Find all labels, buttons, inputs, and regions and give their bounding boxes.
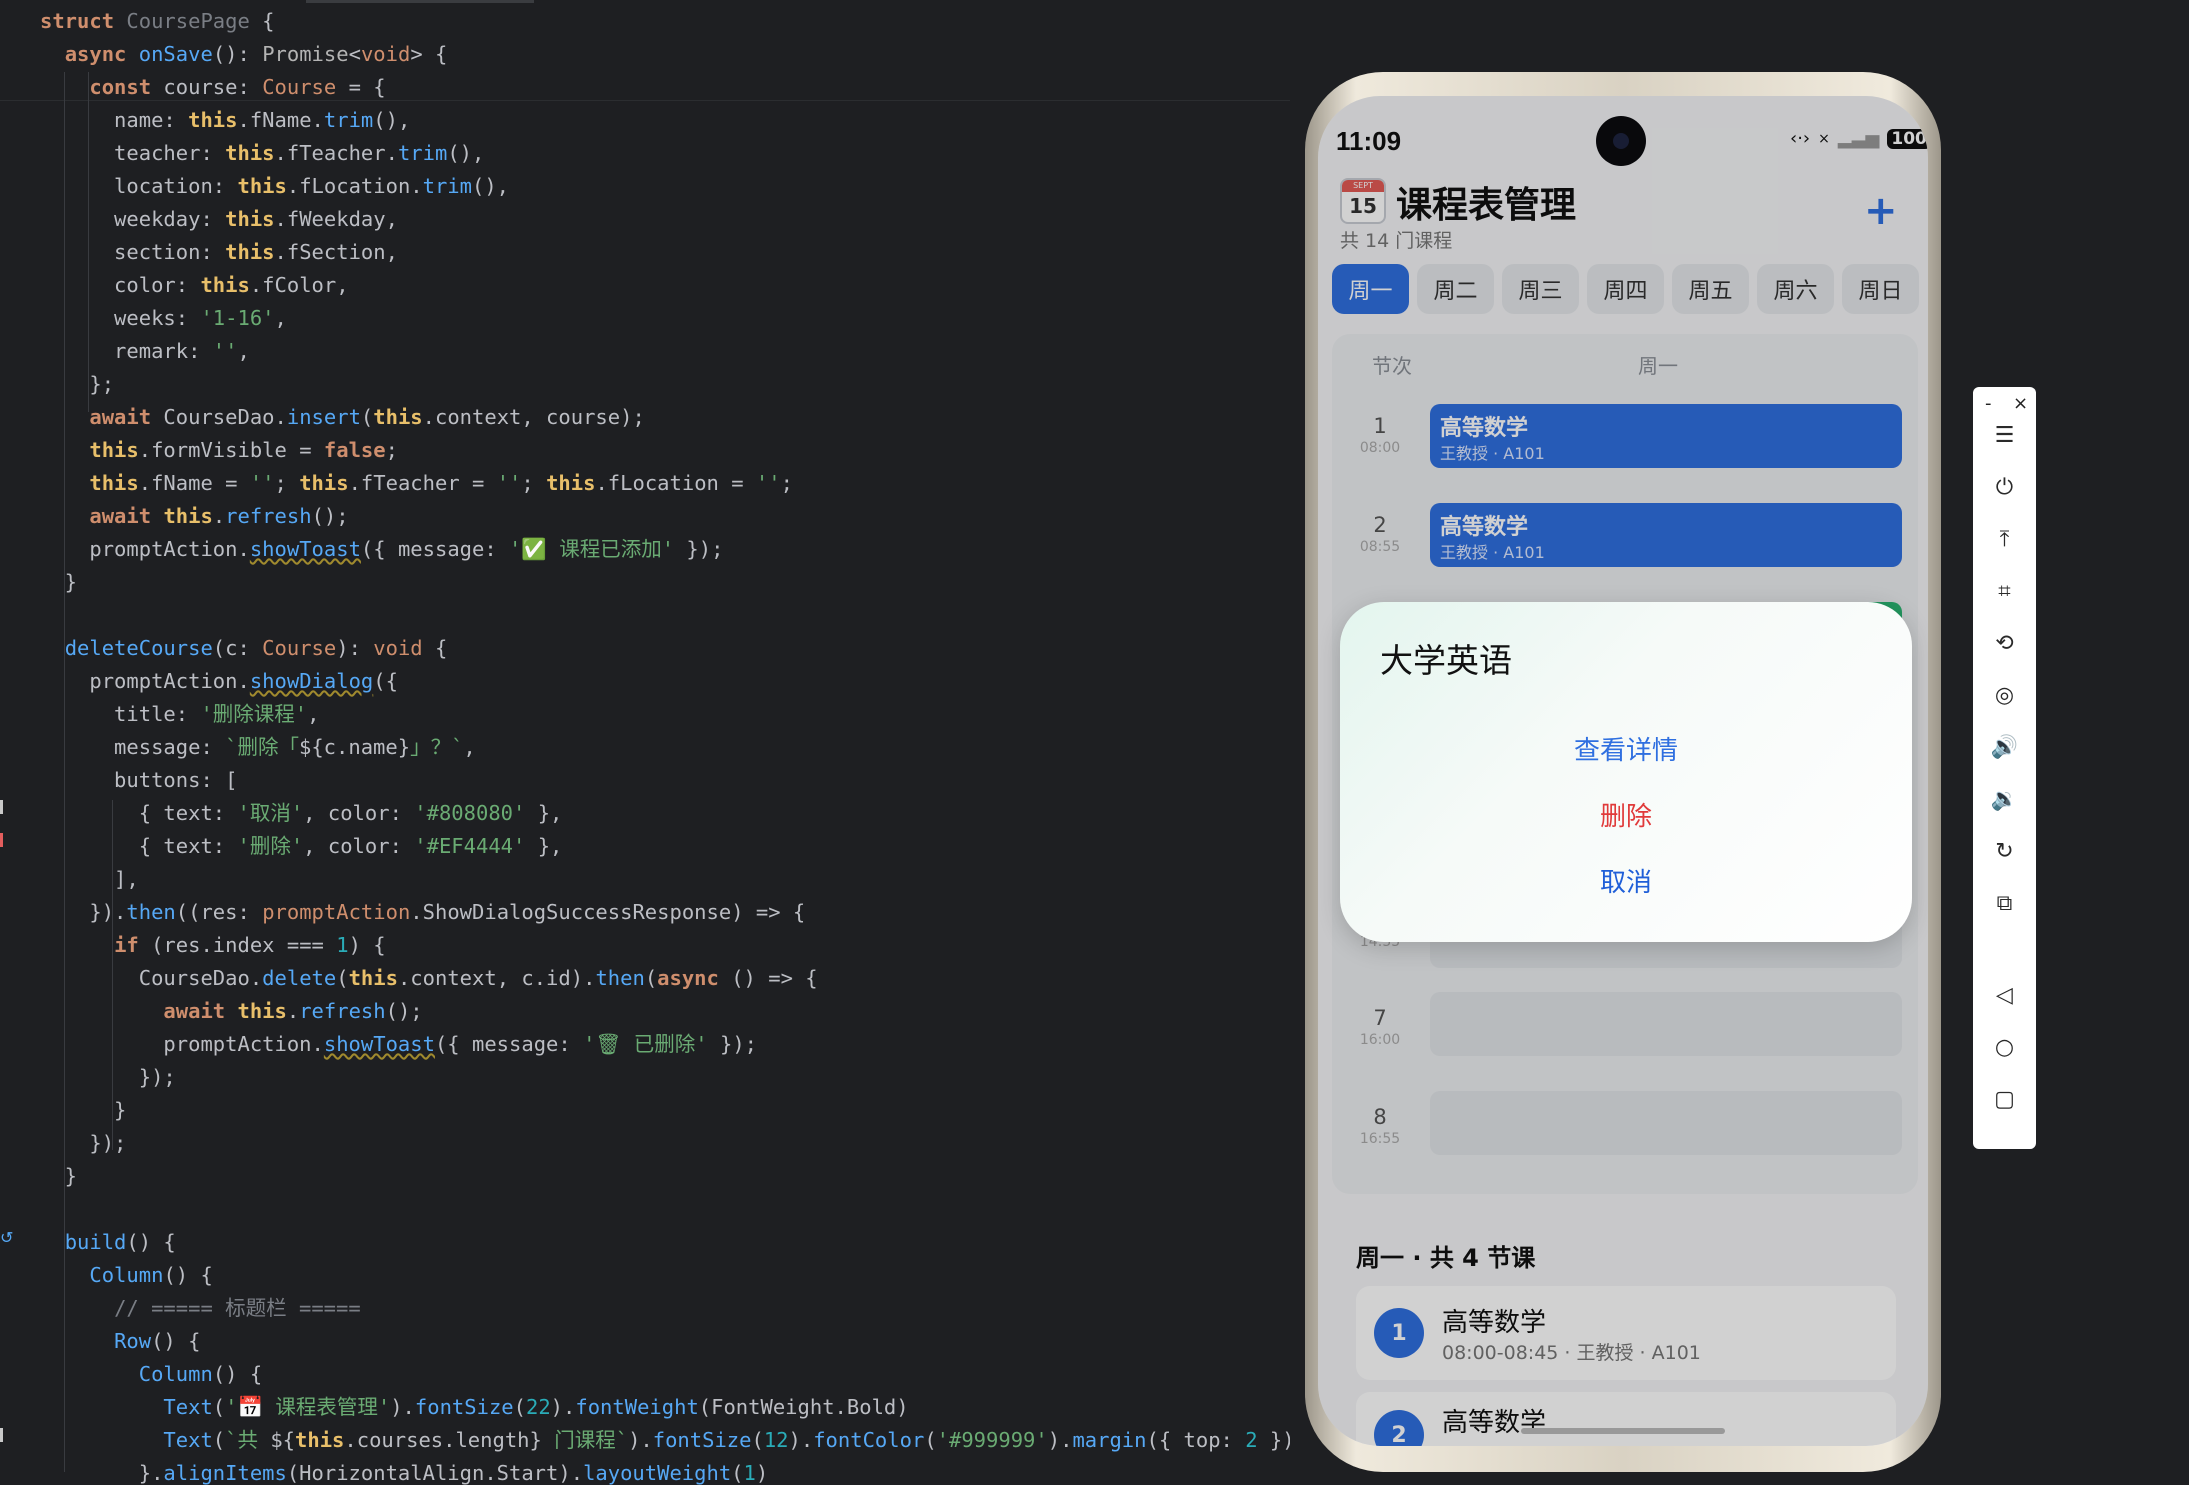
code-line[interactable]: promptAction.showDialog({ [40,665,1290,698]
code-line[interactable]: weekday: this.fWeekday, [40,203,1290,236]
code-editor[interactable]: ↺ struct CoursePage { async onSave(): Pr… [0,0,1290,1485]
code-line[interactable]: }; [40,368,1290,401]
code-line[interactable]: buttons: [ [40,764,1290,797]
code-line[interactable]: deleteCourse(c: Course): void { [40,632,1290,665]
volume-up-icon[interactable]: 🔊 [1973,735,2036,760]
gutter-override-icon[interactable]: ↺ [0,1228,13,1247]
code-line[interactable]: this.formVisible = false; [40,434,1290,467]
code-line[interactable]: } [40,1160,1290,1193]
home-indicator[interactable] [1521,1428,1725,1434]
code-line[interactable]: Column() { [40,1358,1290,1391]
home-icon[interactable]: ○ [1973,1035,2036,1060]
menu-icon[interactable]: ☰ [1973,423,2036,448]
code-line[interactable] [40,599,1290,632]
code-line[interactable]: ], [40,863,1290,896]
close-icon[interactable]: × [2013,393,2028,414]
minimize-icon[interactable]: - [1985,393,1992,414]
gutter-change-marker [0,800,3,814]
code-line[interactable]: if (res.index === 1) { [40,929,1290,962]
code-line[interactable]: color: this.fColor, [40,269,1290,302]
code-line[interactable]: const course: Course = { [40,71,1290,104]
rotate-icon[interactable]: ⟲ [1973,631,2036,656]
code-line[interactable]: build() { [40,1226,1290,1259]
code-line[interactable]: name: this.fName.trim(), [40,104,1290,137]
cancel-button[interactable]: 取消 [1340,862,1912,899]
recents-icon[interactable]: ▢ [1973,1087,2036,1112]
code-line[interactable]: } [40,1094,1290,1127]
code-line[interactable]: await this.refresh(); [40,995,1290,1028]
pin-top-icon[interactable]: ⤒ [1973,527,2036,552]
code-line[interactable]: CourseDao.delete(this.context, c.id).the… [40,962,1290,995]
code-line[interactable]: message: `删除「${c.name}」？`, [40,731,1290,764]
code-line[interactable]: promptAction.showToast({ message: '🗑 已删除… [40,1028,1290,1061]
code-line[interactable]: Column() { [40,1259,1290,1292]
code-line[interactable]: async onSave(): Promise<void> { [40,38,1290,71]
code-line[interactable] [40,1193,1290,1226]
emulator-toolbar: - × ☰ ⏻ ⤒ ⌗ ⟲ ◎ 🔊 🔉 ↻ ⧉ ◁ ○ ▢ [1973,387,2036,1149]
code-line[interactable]: }).then((res: promptAction.ShowDialogSuc… [40,896,1290,929]
multi-screen-icon[interactable]: ⧉ [1973,891,2036,916]
dialog-title: 大学英语 [1380,641,1512,680]
code-line[interactable]: Text(`共 ${this.courses.length} 门课程`).fon… [40,1424,1290,1457]
code-line[interactable]: this.fName = ''; this.fTeacher = ''; thi… [40,467,1290,500]
code-line[interactable]: Text('📅 课程表管理').fontSize(22).fontWeight(… [40,1391,1290,1424]
volume-down-icon[interactable]: 🔉 [1973,787,2036,812]
tab-scroll-indicator [306,0,534,3]
gutter-change-marker [0,1428,3,1442]
code-line[interactable]: remark: '', [40,335,1290,368]
action-dialog: 大学英语 查看详情 删除 取消 [1340,602,1912,942]
code-line[interactable]: { text: '删除', color: '#EF4444' }, [40,830,1290,863]
power-icon[interactable]: ⏻ [1973,475,2036,500]
phone-screen[interactable]: 11:09 ‹·› × ▂▃▅ 100 SEPT 15 课程表管理 共 14 门… [1318,96,1928,1446]
view-details-button[interactable]: 查看详情 [1340,730,1912,767]
crop-icon[interactable]: ⌗ [1973,579,2036,604]
code-line[interactable]: }); [40,1061,1290,1094]
code-line[interactable]: location: this.fLocation.trim(), [40,170,1290,203]
delete-button[interactable]: 删除 [1340,796,1912,833]
code-line[interactable]: }); [40,1127,1290,1160]
location-icon[interactable]: ◎ [1973,683,2036,708]
code-line[interactable]: Row() { [40,1325,1290,1358]
gutter-change-marker [0,833,3,847]
code-line[interactable]: }.alignItems(HorizontalAlign.Start).layo… [40,1457,1290,1485]
code-line[interactable]: section: this.fSection, [40,236,1290,269]
back-icon[interactable]: ◁ [1973,983,2036,1008]
code-line[interactable]: promptAction.showToast({ message: '✅ 课程已… [40,533,1290,566]
code-line[interactable]: teacher: this.fTeacher.trim(), [40,137,1290,170]
code-line[interactable]: } [40,566,1290,599]
code-line[interactable]: title: '删除课程', [40,698,1290,731]
fold-icon[interactable]: ↻ [1973,839,2036,864]
code-line[interactable]: struct CoursePage { [40,5,1290,38]
code-line[interactable]: // ===== 标题栏 ===== [40,1292,1290,1325]
code-line[interactable]: weeks: '1-16', [40,302,1290,335]
code-line[interactable]: await this.refresh(); [40,500,1290,533]
code-text[interactable]: struct CoursePage { async onSave(): Prom… [40,5,1290,1485]
code-line[interactable]: { text: '取消', color: '#808080' }, [40,797,1290,830]
code-line[interactable]: await CourseDao.insert(this.context, cou… [40,401,1290,434]
